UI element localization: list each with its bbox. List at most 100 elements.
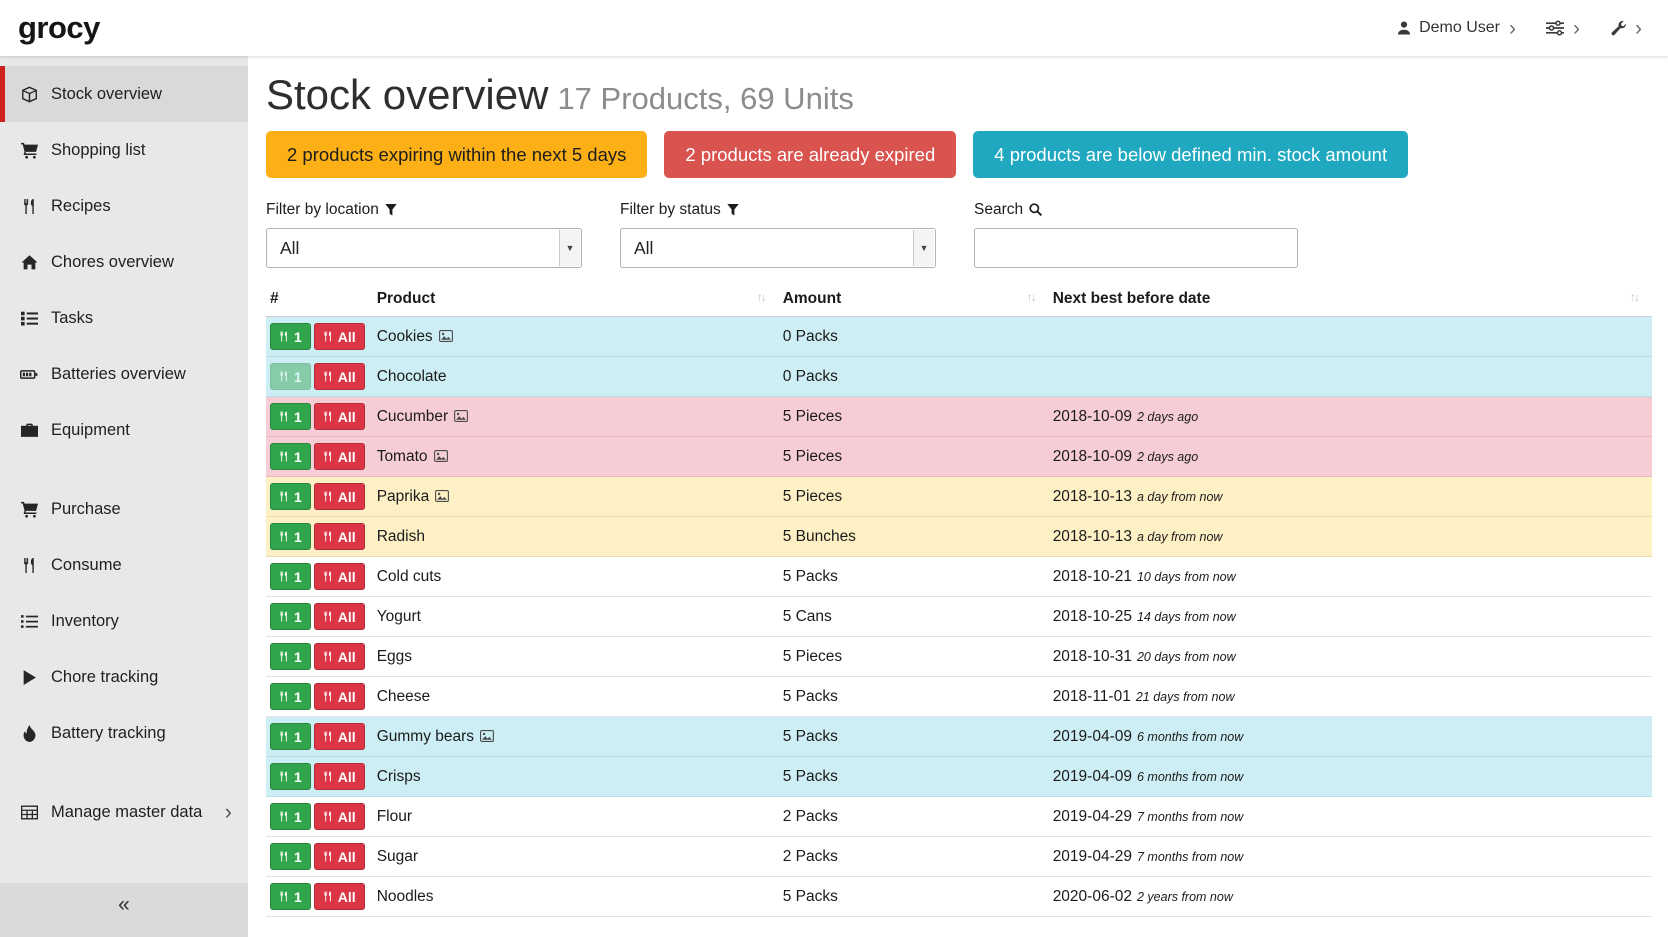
user-icon xyxy=(1396,20,1412,36)
consume-all-button[interactable]: All xyxy=(314,403,365,430)
utensils-icon xyxy=(279,811,289,822)
utensils-icon xyxy=(279,691,289,702)
consume-one-button[interactable]: 1 xyxy=(270,443,311,470)
best-before-date: 2018-10-092 days ago xyxy=(1049,437,1652,477)
status-select[interactable]: All ▼ xyxy=(620,228,936,268)
sidebar-item-manage-master-data[interactable]: Manage master data› xyxy=(0,784,248,840)
best-before-date: 2018-11-0121 days from now xyxy=(1049,677,1652,717)
consume-one-button[interactable]: 1 xyxy=(270,643,311,670)
utensils-icon xyxy=(279,731,289,742)
column-header-product[interactable]: ↑↓Product xyxy=(373,282,779,317)
date-relative-note: 14 days from now xyxy=(1137,610,1236,624)
product-picture-icon xyxy=(454,410,468,422)
utensils-icon xyxy=(323,811,333,822)
consume-all-button[interactable]: All xyxy=(314,883,365,910)
consume-one-button[interactable]: 1 xyxy=(270,483,311,510)
filter-icon xyxy=(727,204,739,216)
date-relative-note: 6 months from now xyxy=(1137,770,1243,784)
consume-all-button[interactable]: All xyxy=(314,843,365,870)
alert-info[interactable]: 4 products are below defined min. stock … xyxy=(973,131,1408,178)
product-name: Tomato xyxy=(377,448,428,465)
alert-bar: 2 products expiring within the next 5 da… xyxy=(266,131,1652,178)
alert-warning[interactable]: 2 products expiring within the next 5 da… xyxy=(266,131,647,178)
chevron-right-icon: › xyxy=(1635,18,1642,39)
consume-all-button[interactable]: All xyxy=(314,483,365,510)
column-header-amount[interactable]: ↑↓Amount xyxy=(779,282,1049,317)
sidebar-item-chore-tracking[interactable]: Chore tracking xyxy=(0,649,248,705)
utensils-icon xyxy=(279,651,289,662)
filter-icon xyxy=(385,204,397,216)
sidebar-item-tasks[interactable]: Tasks xyxy=(0,290,248,346)
consume-one-button[interactable]: 1 xyxy=(270,723,311,750)
product-amount: 0 Packs xyxy=(779,357,1049,397)
consume-one-button[interactable]: 1 xyxy=(270,603,311,630)
user-menu[interactable]: Demo User› xyxy=(1396,18,1516,39)
consume-all-button[interactable]: All xyxy=(314,363,365,390)
consume-all-button[interactable]: All xyxy=(314,443,365,470)
sidebar-item-purchase[interactable]: Purchase xyxy=(0,481,248,537)
sidebar-item-inventory[interactable]: Inventory xyxy=(0,593,248,649)
product-name: Paprika xyxy=(377,488,430,505)
consume-one-button[interactable]: 1 xyxy=(270,803,311,830)
sidebar-item-stock-overview[interactable]: Stock overview xyxy=(0,66,248,122)
utensils-icon xyxy=(279,531,289,542)
utensils-icon xyxy=(19,199,39,214)
best-before-date: 2019-04-297 months from now xyxy=(1049,837,1652,877)
consume-one-button[interactable]: 1 xyxy=(270,883,311,910)
sidebar-item-consume[interactable]: Consume xyxy=(0,537,248,593)
consume-all-button[interactable]: All xyxy=(314,603,365,630)
admin-menu[interactable]: › xyxy=(1610,18,1642,39)
consume-all-button[interactable]: All xyxy=(314,323,365,350)
filter-location-label: Filter by location xyxy=(266,200,582,219)
sidebar-item-shopping-list[interactable]: Shopping list xyxy=(0,122,248,178)
consume-one-button[interactable]: 1 xyxy=(270,843,311,870)
stock-row: 1AllPaprika5 Pieces2018-10-13a day from … xyxy=(266,477,1652,517)
date-relative-note: 2 years from now xyxy=(1137,890,1233,904)
product-picture-icon xyxy=(434,450,448,462)
product-amount: 2 Packs xyxy=(779,837,1049,877)
utensils-icon xyxy=(19,558,39,573)
consume-one-button[interactable]: 1 xyxy=(270,323,311,350)
settings-menu[interactable]: › xyxy=(1546,18,1580,39)
best-before-date xyxy=(1049,317,1652,357)
consume-all-button[interactable]: All xyxy=(314,523,365,550)
search-input[interactable] xyxy=(974,228,1298,268)
consume-one-button[interactable]: 1 xyxy=(270,763,311,790)
location-select[interactable]: All ▼ xyxy=(266,228,582,268)
alert-danger[interactable]: 2 products are already expired xyxy=(664,131,956,178)
best-before-date: 2018-10-2514 days from now xyxy=(1049,597,1652,637)
utensils-icon xyxy=(323,731,333,742)
sort-icon: ↑↓ xyxy=(757,290,765,304)
utensils-icon xyxy=(279,851,289,862)
consume-all-button[interactable]: All xyxy=(314,723,365,750)
product-amount: 5 Packs xyxy=(779,677,1049,717)
sidebar-item-batteries-overview[interactable]: Batteries overview xyxy=(0,346,248,402)
stock-row: 1All Sugar 2 Packs2019-04-297 months from … xyxy=(266,837,1652,877)
utensils-icon xyxy=(323,531,333,542)
sidebar-item-battery-tracking[interactable]: Battery tracking xyxy=(0,705,248,761)
product-name: Sugar xyxy=(377,848,418,865)
column-header-next-best-before-date[interactable]: ↑↓Next best before date xyxy=(1049,282,1652,317)
consume-all-button[interactable]: All xyxy=(314,763,365,790)
product-amount: 5 Cans xyxy=(779,597,1049,637)
consume-one-button[interactable]: 1 xyxy=(270,403,311,430)
sidebar-item-recipes[interactable]: Recipes xyxy=(0,178,248,234)
product-picture-icon xyxy=(480,730,494,742)
app-logo[interactable]: grocy xyxy=(18,10,100,46)
collapse-icon: « xyxy=(118,893,130,917)
consume-all-button[interactable]: All xyxy=(314,803,365,830)
consume-one-button[interactable]: 1 xyxy=(270,523,311,550)
consume-all-button[interactable]: All xyxy=(314,683,365,710)
filter-bar: Filter by location All ▼ Filter by statu… xyxy=(266,200,1652,268)
consume-all-button[interactable]: All xyxy=(314,643,365,670)
consume-one-button[interactable]: 1 xyxy=(270,363,311,390)
sidebar-collapse-button[interactable]: « xyxy=(0,883,248,937)
product-name: Cookies xyxy=(377,328,433,345)
consume-all-button[interactable]: All xyxy=(314,563,365,590)
sidebar-item-equipment[interactable]: Equipment xyxy=(0,402,248,458)
consume-one-button[interactable]: 1 xyxy=(270,563,311,590)
product-picture-icon xyxy=(435,490,449,502)
consume-one-button[interactable]: 1 xyxy=(270,683,311,710)
stock-row: 1AllCold cuts5 Packs2018-10-2110 days fr… xyxy=(266,557,1652,597)
sidebar-item-chores-overview[interactable]: Chores overview xyxy=(0,234,248,290)
